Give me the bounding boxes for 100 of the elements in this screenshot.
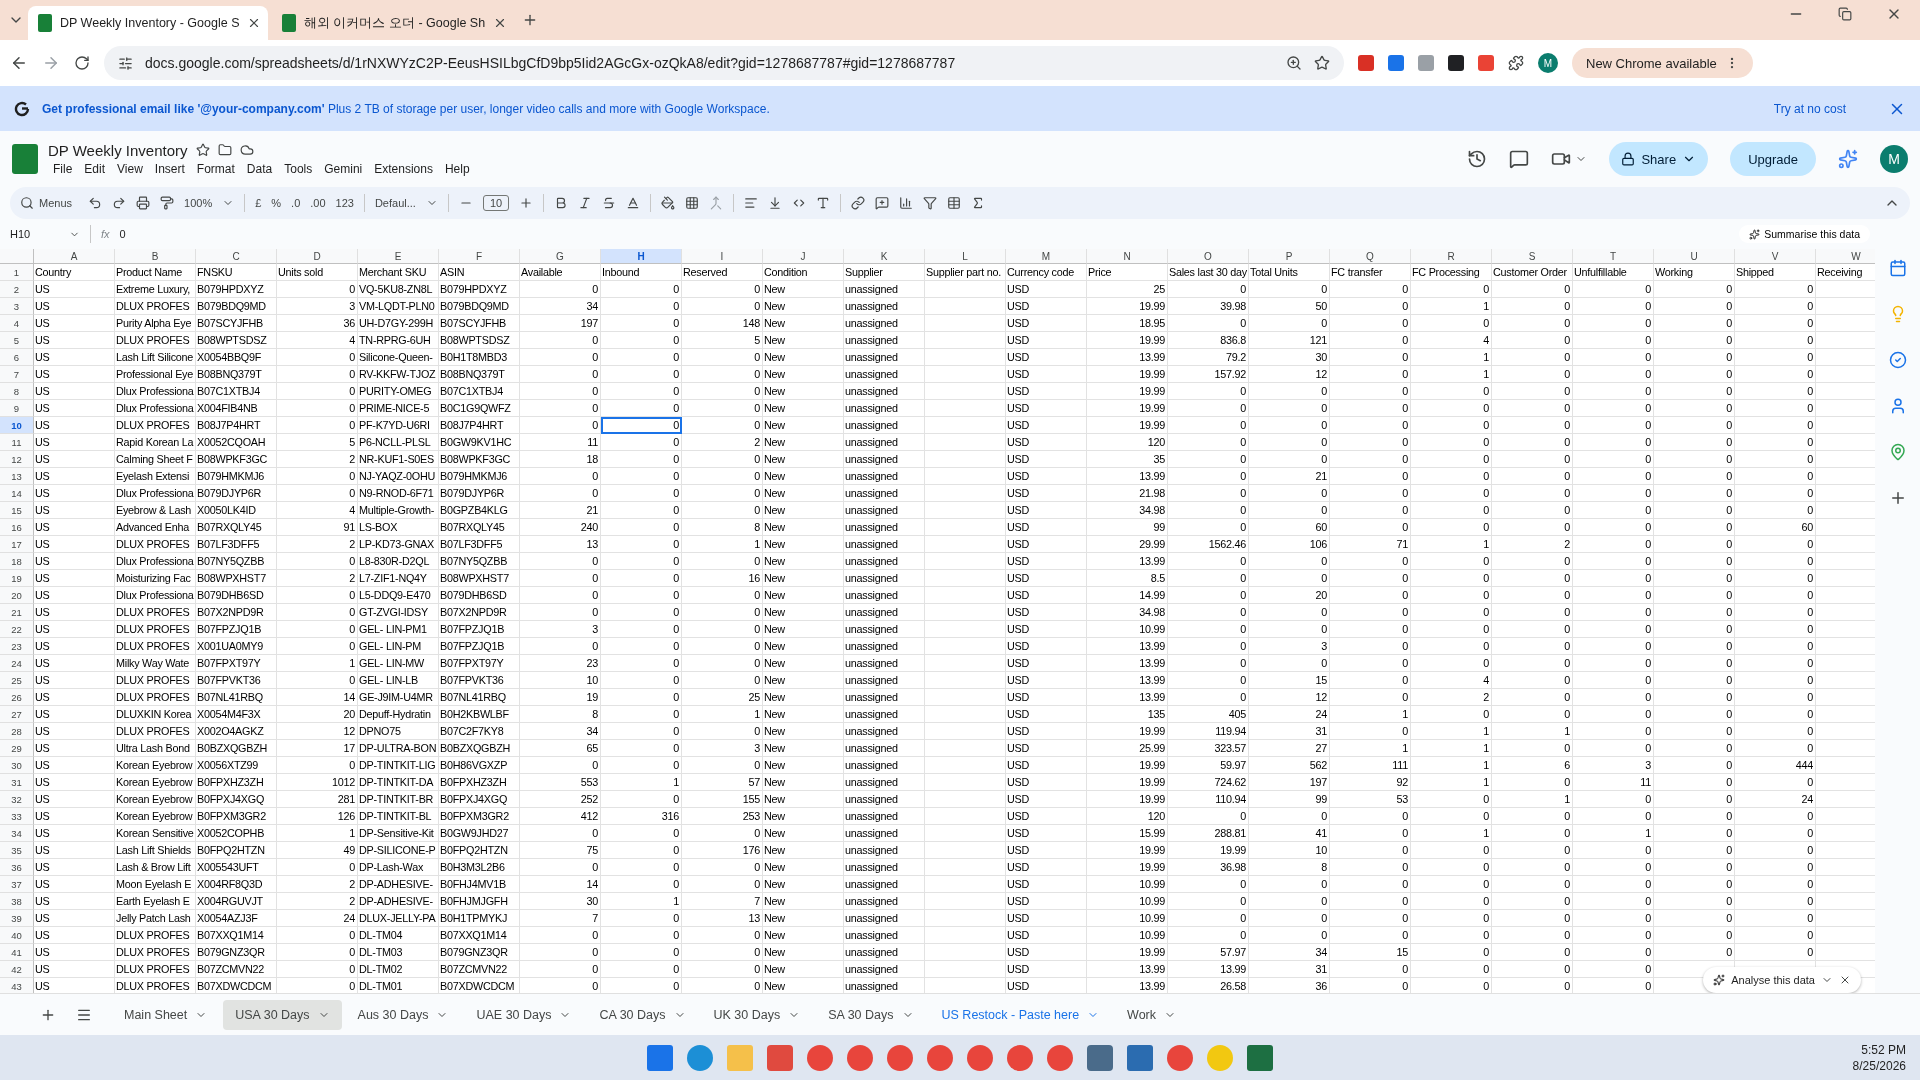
increase-decimal-button[interactable]: .00: [310, 197, 326, 209]
menu-item[interactable]: Format: [191, 160, 240, 177]
currency-button[interactable]: £: [255, 197, 262, 209]
column-header[interactable]: A: [34, 249, 115, 264]
row-number[interactable]: 33: [0, 808, 34, 825]
menu-item[interactable]: Help: [439, 160, 475, 177]
paint-format-icon[interactable]: [160, 196, 175, 210]
text-rotation-icon[interactable]: [816, 196, 831, 210]
row-number[interactable]: 11: [0, 434, 34, 451]
text-color-icon[interactable]: [626, 196, 641, 210]
chrome-icon[interactable]: [847, 1044, 873, 1071]
row-number[interactable]: 16: [0, 519, 34, 536]
new-tab-icon[interactable]: [522, 12, 538, 28]
column-header[interactable]: F: [439, 249, 520, 264]
align-icon[interactable]: [744, 196, 759, 210]
row-number[interactable]: 20: [0, 587, 34, 604]
menu-item[interactable]: Extensions: [369, 160, 438, 177]
row-number[interactable]: 32: [0, 791, 34, 808]
column-header[interactable]: G: [520, 249, 601, 264]
forward-icon[interactable]: [42, 54, 60, 72]
comment-icon[interactable]: [875, 196, 890, 210]
column-header[interactable]: N: [1087, 249, 1168, 264]
browser-icon[interactable]: [687, 1044, 713, 1071]
filter-icon[interactable]: [923, 196, 938, 210]
percent-button[interactable]: %: [271, 197, 282, 209]
update-button[interactable]: New Chrome available: [1572, 48, 1753, 78]
merge-icon[interactable]: [709, 196, 724, 210]
close-icon[interactable]: [1839, 974, 1851, 986]
row-number[interactable]: 38: [0, 893, 34, 910]
bold-icon[interactable]: [554, 196, 569, 210]
column-header[interactable]: K: [844, 249, 925, 264]
plus-icon[interactable]: [519, 196, 534, 210]
column-header[interactable]: P: [1249, 249, 1330, 264]
column-header[interactable]: I: [682, 249, 763, 264]
chrome-icon[interactable]: [1047, 1044, 1073, 1071]
chart-icon[interactable]: [899, 196, 914, 210]
column-header[interactable]: V: [1735, 249, 1816, 264]
row-number[interactable]: 28: [0, 723, 34, 740]
row-number[interactable]: 5: [0, 332, 34, 349]
row-number[interactable]: 40: [0, 927, 34, 944]
column-header[interactable]: U: [1654, 249, 1735, 264]
back-icon[interactable]: [10, 54, 28, 72]
reload-icon[interactable]: [74, 55, 90, 71]
row-number[interactable]: 18: [0, 553, 34, 570]
browser-tab[interactable]: DP Weekly Inventory - Google S: [28, 6, 268, 40]
row-number[interactable]: 8: [0, 383, 34, 400]
row-number[interactable]: 10: [0, 417, 34, 434]
menu-item[interactable]: View: [112, 160, 148, 177]
row-number[interactable]: 43: [0, 978, 34, 993]
row-number[interactable]: 41: [0, 944, 34, 961]
chrome-icon[interactable]: [927, 1044, 953, 1071]
sheet-tab[interactable]: Aus 30 Days: [345, 999, 461, 1030]
sheet-tab[interactable]: Work: [1115, 999, 1189, 1030]
puzzle-icon[interactable]: [1508, 55, 1524, 71]
column-header[interactable]: Q: [1330, 249, 1411, 264]
link-icon[interactable]: [851, 196, 866, 210]
row-number[interactable]: 13: [0, 468, 34, 485]
comment-icon[interactable]: [1509, 149, 1530, 169]
sparkle-icon[interactable]: [1838, 149, 1858, 169]
row-number[interactable]: 27: [0, 706, 34, 723]
italic-icon[interactable]: [578, 196, 593, 210]
menu-item[interactable]: File: [48, 160, 78, 177]
zoom-icon[interactable]: [1286, 55, 1302, 71]
column-header[interactable]: W: [1816, 249, 1875, 264]
cloud-icon[interactable]: [239, 143, 254, 157]
column-header[interactable]: M: [1006, 249, 1087, 264]
column-header[interactable]: J: [763, 249, 844, 264]
sheet-tab[interactable]: UK 30 Days: [701, 999, 813, 1030]
column-header[interactable]: D: [277, 249, 358, 264]
vertical-align-icon[interactable]: [768, 196, 783, 210]
tasks-icon[interactable]: [1888, 351, 1907, 369]
chrome-icon[interactable]: [887, 1044, 913, 1071]
row-number[interactable]: 24: [0, 655, 34, 672]
row-number[interactable]: 17: [0, 536, 34, 553]
table-icon[interactable]: [947, 196, 962, 210]
row-number[interactable]: 19: [0, 570, 34, 587]
fill-color-icon[interactable]: [661, 196, 676, 210]
row-number[interactable]: 36: [0, 859, 34, 876]
row-number[interactable]: 14: [0, 485, 34, 502]
column-header[interactable]: E: [358, 249, 439, 264]
strikethrough-icon[interactable]: [602, 196, 617, 210]
restore-icon[interactable]: [1838, 6, 1852, 22]
column-header[interactable]: H: [601, 249, 682, 264]
column-header[interactable]: B: [115, 249, 196, 264]
borders-icon[interactable]: [685, 196, 700, 210]
row-number[interactable]: 1: [0, 264, 34, 281]
excel-icon[interactable]: [1247, 1044, 1273, 1071]
row-number[interactable]: 42: [0, 961, 34, 978]
row-number[interactable]: 26: [0, 689, 34, 706]
row-number[interactable]: 22: [0, 621, 34, 638]
monitor-icon[interactable]: [1087, 1044, 1113, 1071]
menu-item[interactable]: Gemini: [319, 160, 368, 177]
row-number[interactable]: 7: [0, 366, 34, 383]
menu-item[interactable]: Edit: [79, 160, 111, 177]
map-pin-icon[interactable]: [1888, 443, 1907, 461]
row-number[interactable]: 23: [0, 638, 34, 655]
redo-icon[interactable]: [112, 196, 127, 210]
row-number[interactable]: 35: [0, 842, 34, 859]
number-format-button[interactable]: 123: [335, 197, 354, 209]
browser-tab[interactable]: 해외 이커머스 오더 - Google Sh: [272, 6, 512, 40]
